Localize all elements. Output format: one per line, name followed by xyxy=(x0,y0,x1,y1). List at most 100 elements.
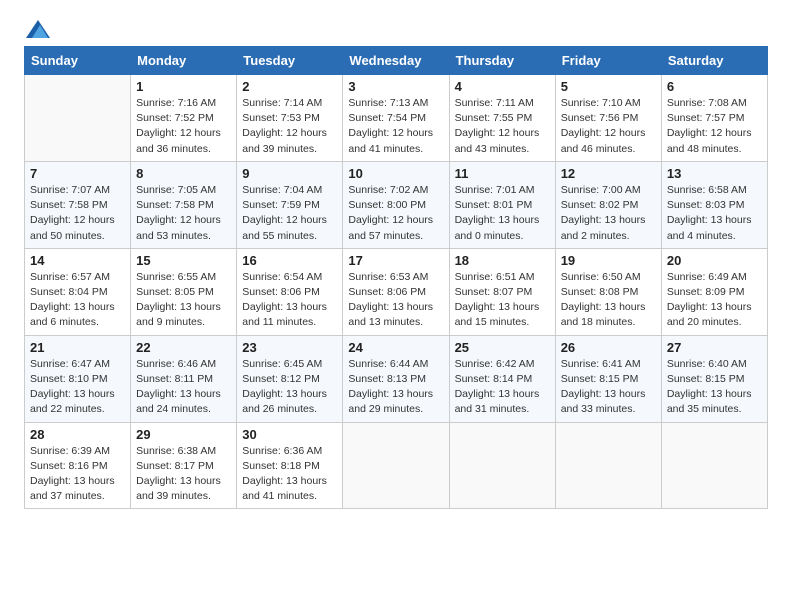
calendar-cell: 22 Sunrise: 6:46 AMSunset: 8:11 PMDayligh… xyxy=(131,335,237,422)
day-info: Sunrise: 6:38 AMSunset: 8:17 PMDaylight:… xyxy=(136,444,231,505)
day-info: Sunrise: 7:01 AMSunset: 8:01 PMDaylight:… xyxy=(455,183,550,244)
calendar-cell: 19 Sunrise: 6:50 AMSunset: 8:08 PMDayligh… xyxy=(555,248,661,335)
day-number: 11 xyxy=(455,166,550,181)
calendar-cell: 30Sunrise: 6:36 AMSunset: 8:18 PMDayligh… xyxy=(237,422,343,509)
day-info: Sunrise: 6:49 AMSunset: 8:09 PMDaylight:… xyxy=(667,270,762,331)
calendar-cell: 17Sunrise: 6:53 AMSunset: 8:06 PMDayligh… xyxy=(343,248,449,335)
day-of-week-header: Thursday xyxy=(449,47,555,75)
day-info: Sunrise: 7:14 AMSunset: 7:53 PMDaylight:… xyxy=(242,96,337,157)
day-number: 8 xyxy=(136,166,231,181)
calendar-cell: 8 Sunrise: 7:05 AMSunset: 7:58 PMDaylight… xyxy=(131,161,237,248)
day-number: 19 xyxy=(561,253,656,268)
day-number: 26 xyxy=(561,340,656,355)
calendar-cell: 5 Sunrise: 7:10 AMSunset: 7:56 PMDaylight… xyxy=(555,75,661,162)
day-number: 4 xyxy=(455,79,550,94)
day-info: Sunrise: 6:40 AMSunset: 8:15 PMDaylight:… xyxy=(667,357,762,418)
calendar-cell: 24 Sunrise: 6:44 AMSunset: 8:13 PMDayligh… xyxy=(343,335,449,422)
calendar-cell: 29 Sunrise: 6:38 AMSunset: 8:17 PMDayligh… xyxy=(131,422,237,509)
day-number: 5 xyxy=(561,79,656,94)
calendar-cell: 27 Sunrise: 6:40 AMSunset: 8:15 PMDayligh… xyxy=(661,335,767,422)
calendar-week-row: 14 Sunrise: 6:57 AMSunset: 8:04 PMDayligh… xyxy=(25,248,768,335)
day-number: 9 xyxy=(242,166,337,181)
calendar-cell: 3Sunrise: 7:13 AMSunset: 7:54 PMDaylight… xyxy=(343,75,449,162)
day-info: Sunrise: 7:07 AMSunset: 7:58 PMDaylight:… xyxy=(30,183,125,244)
logo xyxy=(24,20,50,38)
page-header xyxy=(24,20,768,38)
calendar-cell: 26 Sunrise: 6:41 AMSunset: 8:15 PMDayligh… xyxy=(555,335,661,422)
day-info: Sunrise: 6:47 AMSunset: 8:10 PMDaylight:… xyxy=(30,357,125,418)
day-number: 28 xyxy=(30,427,125,442)
calendar-week-row: 7 Sunrise: 7:07 AMSunset: 7:58 PMDaylight… xyxy=(25,161,768,248)
day-number: 14 xyxy=(30,253,125,268)
day-number: 20 xyxy=(667,253,762,268)
day-of-week-header: Sunday xyxy=(25,47,131,75)
day-info: Sunrise: 7:02 AMSunset: 8:00 PMDaylight:… xyxy=(348,183,443,244)
calendar-cell: 25 Sunrise: 6:42 AMSunset: 8:14 PMDayligh… xyxy=(449,335,555,422)
day-info: Sunrise: 6:54 AMSunset: 8:06 PMDaylight:… xyxy=(242,270,337,331)
day-number: 25 xyxy=(455,340,550,355)
day-number: 27 xyxy=(667,340,762,355)
calendar-table: SundayMondayTuesdayWednesdayThursdayFrid… xyxy=(24,46,768,509)
day-number: 6 xyxy=(667,79,762,94)
day-of-week-header: Tuesday xyxy=(237,47,343,75)
day-info: Sunrise: 6:39 AMSunset: 8:16 PMDaylight:… xyxy=(30,444,125,505)
day-number: 30 xyxy=(242,427,337,442)
calendar-cell: 14 Sunrise: 6:57 AMSunset: 8:04 PMDayligh… xyxy=(25,248,131,335)
calendar-cell: 12 Sunrise: 7:00 AMSunset: 8:02 PMDayligh… xyxy=(555,161,661,248)
calendar-week-row: 21 Sunrise: 6:47 AMSunset: 8:10 PMDayligh… xyxy=(25,335,768,422)
day-info: Sunrise: 6:42 AMSunset: 8:14 PMDaylight:… xyxy=(455,357,550,418)
day-of-week-header: Wednesday xyxy=(343,47,449,75)
day-info: Sunrise: 7:08 AMSunset: 7:57 PMDaylight:… xyxy=(667,96,762,157)
day-info: Sunrise: 7:10 AMSunset: 7:56 PMDaylight:… xyxy=(561,96,656,157)
day-info: Sunrise: 6:51 AMSunset: 8:07 PMDaylight:… xyxy=(455,270,550,331)
calendar-cell: 9 Sunrise: 7:04 AMSunset: 7:59 PMDaylight… xyxy=(237,161,343,248)
day-of-week-header: Friday xyxy=(555,47,661,75)
day-number: 7 xyxy=(30,166,125,181)
calendar-header-row: SundayMondayTuesdayWednesdayThursdayFrid… xyxy=(25,47,768,75)
calendar-cell: 23Sunrise: 6:45 AMSunset: 8:12 PMDayligh… xyxy=(237,335,343,422)
day-info: Sunrise: 7:00 AMSunset: 8:02 PMDaylight:… xyxy=(561,183,656,244)
calendar-week-row: 28 Sunrise: 6:39 AMSunset: 8:16 PMDayligh… xyxy=(25,422,768,509)
day-number: 1 xyxy=(136,79,231,94)
day-number: 13 xyxy=(667,166,762,181)
calendar-cell: 28 Sunrise: 6:39 AMSunset: 8:16 PMDayligh… xyxy=(25,422,131,509)
calendar-cell: 1 Sunrise: 7:16 AMSunset: 7:52 PMDaylight… xyxy=(131,75,237,162)
day-info: Sunrise: 7:04 AMSunset: 7:59 PMDaylight:… xyxy=(242,183,337,244)
day-info: Sunrise: 7:05 AMSunset: 7:58 PMDaylight:… xyxy=(136,183,231,244)
calendar-cell: 4 Sunrise: 7:11 AMSunset: 7:55 PMDaylight… xyxy=(449,75,555,162)
day-of-week-header: Monday xyxy=(131,47,237,75)
calendar-cell xyxy=(449,422,555,509)
calendar-cell: 2 Sunrise: 7:14 AMSunset: 7:53 PMDaylight… xyxy=(237,75,343,162)
day-number: 22 xyxy=(136,340,231,355)
calendar-cell: 10Sunrise: 7:02 AMSunset: 8:00 PMDayligh… xyxy=(343,161,449,248)
calendar-cell: 11 Sunrise: 7:01 AMSunset: 8:01 PMDayligh… xyxy=(449,161,555,248)
day-info: Sunrise: 6:57 AMSunset: 8:04 PMDaylight:… xyxy=(30,270,125,331)
day-number: 3 xyxy=(348,79,443,94)
calendar-cell xyxy=(343,422,449,509)
day-info: Sunrise: 6:41 AMSunset: 8:15 PMDaylight:… xyxy=(561,357,656,418)
day-info: Sunrise: 6:53 AMSunset: 8:06 PMDaylight:… xyxy=(348,270,443,331)
calendar-cell: 15Sunrise: 6:55 AMSunset: 8:05 PMDayligh… xyxy=(131,248,237,335)
day-info: Sunrise: 6:46 AMSunset: 8:11 PMDaylight:… xyxy=(136,357,231,418)
calendar-cell: 6 Sunrise: 7:08 AMSunset: 7:57 PMDaylight… xyxy=(661,75,767,162)
calendar-cell: 18 Sunrise: 6:51 AMSunset: 8:07 PMDayligh… xyxy=(449,248,555,335)
calendar-cell xyxy=(661,422,767,509)
day-info: Sunrise: 7:16 AMSunset: 7:52 PMDaylight:… xyxy=(136,96,231,157)
day-info: Sunrise: 6:58 AMSunset: 8:03 PMDaylight:… xyxy=(667,183,762,244)
day-info: Sunrise: 6:50 AMSunset: 8:08 PMDaylight:… xyxy=(561,270,656,331)
day-number: 24 xyxy=(348,340,443,355)
day-info: Sunrise: 7:11 AMSunset: 7:55 PMDaylight:… xyxy=(455,96,550,157)
calendar-week-row: 1 Sunrise: 7:16 AMSunset: 7:52 PMDaylight… xyxy=(25,75,768,162)
day-info: Sunrise: 6:55 AMSunset: 8:05 PMDaylight:… xyxy=(136,270,231,331)
day-number: 2 xyxy=(242,79,337,94)
day-number: 18 xyxy=(455,253,550,268)
day-number: 21 xyxy=(30,340,125,355)
day-info: Sunrise: 6:44 AMSunset: 8:13 PMDaylight:… xyxy=(348,357,443,418)
day-number: 23 xyxy=(242,340,337,355)
day-number: 29 xyxy=(136,427,231,442)
logo-icon xyxy=(26,20,50,38)
calendar-cell: 21 Sunrise: 6:47 AMSunset: 8:10 PMDayligh… xyxy=(25,335,131,422)
calendar-cell: 16Sunrise: 6:54 AMSunset: 8:06 PMDayligh… xyxy=(237,248,343,335)
day-number: 12 xyxy=(561,166,656,181)
calendar-cell: 13 Sunrise: 6:58 AMSunset: 8:03 PMDayligh… xyxy=(661,161,767,248)
